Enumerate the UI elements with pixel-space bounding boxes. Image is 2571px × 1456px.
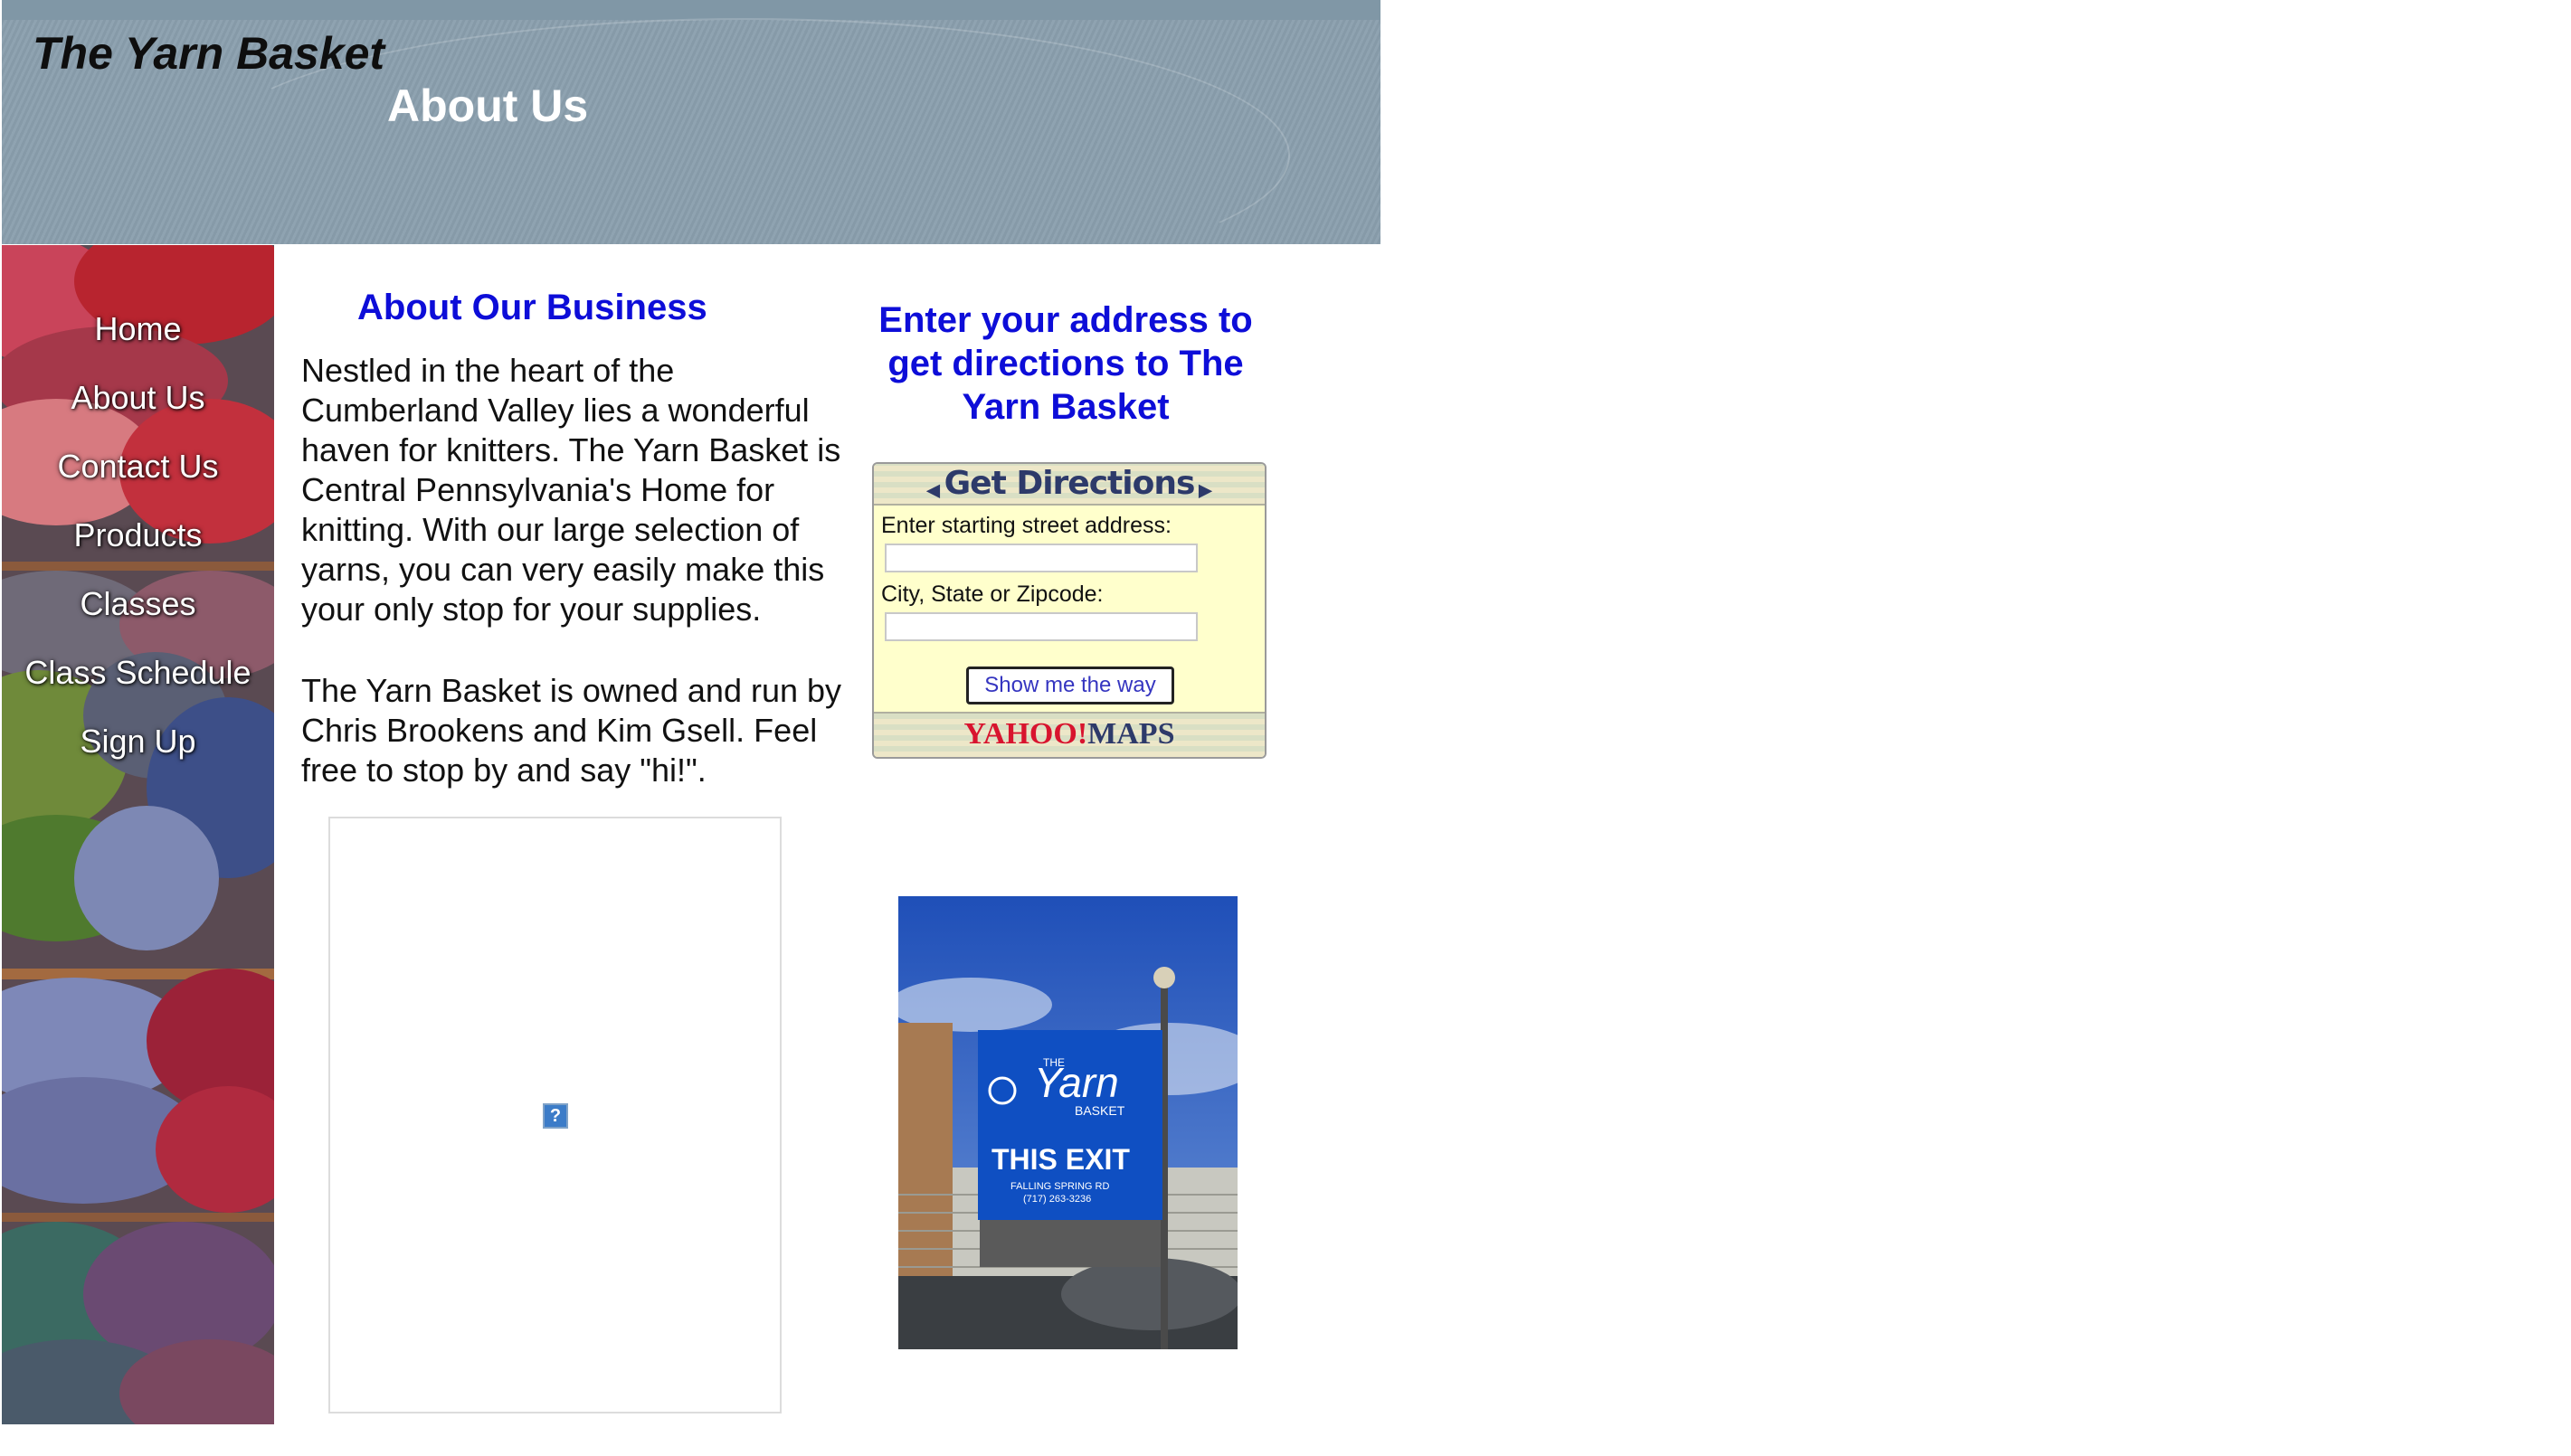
about-heading: About Our Business (357, 288, 707, 327)
about-paragraph-1: Nestled in the heart of the Cumberland V… (301, 352, 841, 628)
nav-item-home[interactable]: Home (2, 295, 274, 364)
get-directions-widget: ◀ Get Directions ▶ Enter starting street… (872, 462, 1267, 759)
page-title: About Us (387, 80, 589, 131)
maps-logo-text: MAPS (1087, 717, 1175, 751)
yahoo-logo-text: YAHOO! (963, 717, 1088, 751)
nav-item-sign-up[interactable]: Sign Up (2, 707, 274, 776)
sidebar: Home About Us Contact Us Products Classe… (2, 245, 274, 1424)
yarn-basket-sign-photo: THE Yarn BASKET THIS EXIT FALLING SPRING… (898, 896, 1238, 1349)
site-title: The Yarn Basket (33, 28, 385, 79)
image-placeholder: ? (328, 817, 782, 1413)
nav-item-contact-us[interactable]: Contact Us (2, 432, 274, 501)
widget-title: Get Directions (944, 465, 1196, 502)
street-address-input[interactable] (885, 544, 1198, 572)
show-me-the-way-button[interactable]: Show me the way (966, 667, 1174, 704)
street-label: Enter starting street address: (881, 513, 1172, 538)
sign-phone-text: (717) 263-3236 (1023, 1194, 1091, 1205)
sign-sub-text: BASKET (1075, 1103, 1125, 1118)
header-banner: The Yarn Basket About Us (2, 0, 1380, 244)
yahoo-maps-logo[interactable]: YAHOO!MAPS (874, 712, 1265, 757)
nav-item-about-us[interactable]: About Us (2, 364, 274, 432)
sign-exit-text: THIS EXIT (991, 1143, 1130, 1176)
city-state-zip-input[interactable] (885, 612, 1198, 641)
nav-item-class-schedule[interactable]: Class Schedule (2, 638, 274, 707)
broken-image-icon: ? (543, 1103, 568, 1129)
city-label: City, State or Zipcode: (881, 581, 1104, 607)
directions-heading: Enter your address to get directions to … (878, 300, 1253, 427)
about-paragraph-2: The Yarn Basket is owned and run by Chri… (301, 672, 842, 789)
main-nav: Home About Us Contact Us Products Classe… (2, 295, 274, 776)
arrow-right-icon: ▶ (1198, 480, 1213, 501)
sign-road-text: FALLING SPRING RD (1010, 1181, 1109, 1192)
sign-brand-text: Yarn (1034, 1059, 1119, 1106)
widget-header: ◀ Get Directions ▶ (874, 464, 1265, 506)
nav-item-classes[interactable]: Classes (2, 570, 274, 638)
nav-item-products[interactable]: Products (2, 501, 274, 570)
arrow-left-icon: ◀ (925, 480, 941, 501)
